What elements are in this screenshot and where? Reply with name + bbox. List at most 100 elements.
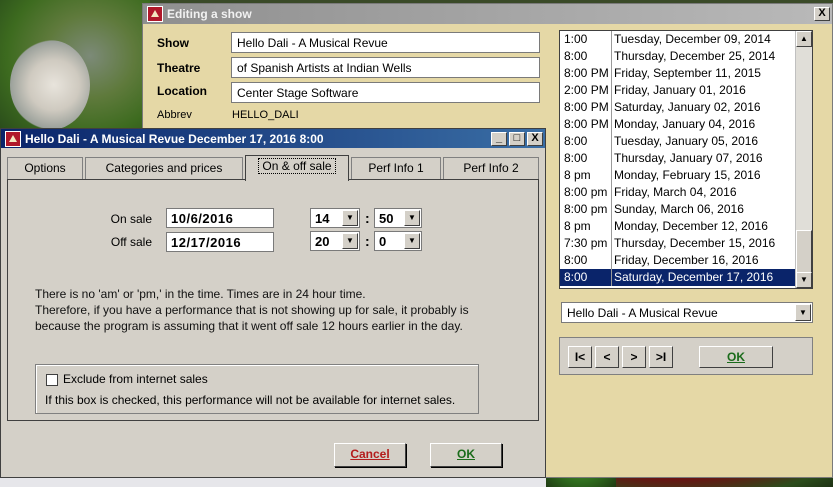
cancel-button[interactable]: Cancel	[334, 443, 406, 467]
app-icon	[5, 130, 21, 147]
chevron-down-icon[interactable]: ▼	[795, 304, 811, 321]
chevron-down-icon[interactable]: ▼	[342, 233, 358, 249]
list-item[interactable]: 8:00 Saturday, December 17, 2016	[560, 269, 812, 286]
minimize-button[interactable]: _	[491, 131, 507, 146]
performance-time: 8 pm	[560, 167, 612, 184]
list-item[interactable]: 8:00 pm Sunday, March 06, 2016	[560, 201, 812, 218]
background-parrot-photo	[0, 0, 150, 140]
exclude-internet-label[interactable]: Exclude from internet sales	[63, 372, 208, 386]
list-item[interactable]: 1:00 Tuesday, December 09, 2014	[560, 31, 812, 48]
chevron-down-icon[interactable]: ▼	[404, 210, 420, 226]
first-record-button[interactable]: I<	[568, 346, 592, 368]
list-scrollbar[interactable]: ▲ ▼	[795, 31, 812, 288]
performance-time: 2:00 PM	[560, 82, 612, 99]
list-item[interactable]: 8:00 Friday, December 16, 2016	[560, 252, 812, 269]
performance-date: Friday, March 04, 2016	[614, 185, 737, 199]
off-sale-label: Off sale	[110, 235, 152, 249]
time-separator: :	[365, 210, 370, 226]
show-field[interactable]: Hello Dali - A Musical Revue	[231, 32, 540, 53]
performance-time: 8:00 PM	[560, 116, 612, 133]
on-sale-label: On sale	[110, 212, 152, 226]
performance-time: 8 pm	[560, 218, 612, 235]
scroll-up-icon[interactable]: ▲	[796, 31, 812, 47]
last-record-button[interactable]: >I	[649, 346, 673, 368]
next-record-button[interactable]: >	[622, 346, 646, 368]
window-title: Editing a show	[167, 7, 252, 21]
maximize-button[interactable]: □	[509, 131, 525, 146]
on-sale-hour-select[interactable]: 14 ▼	[310, 208, 360, 228]
list-item[interactable]: 8:00 Thursday, January 07, 2016	[560, 150, 812, 167]
app-icon	[147, 6, 163, 22]
time-separator: :	[365, 233, 370, 249]
close-button[interactable]: X	[814, 7, 830, 21]
show-label: Show	[157, 36, 189, 50]
performance-time: 8:00	[560, 133, 612, 150]
performance-titlebar[interactable]: Hello Dali - A Musical Revue December 17…	[1, 129, 545, 148]
list-item[interactable]: 8 pm Monday, February 15, 2016	[560, 167, 812, 184]
time-format-note: There is no 'am' or 'pm,' in the time. T…	[35, 286, 525, 334]
exclude-internet-checkbox[interactable]	[46, 374, 58, 386]
editing-show-titlebar[interactable]: Editing a show X	[143, 4, 832, 24]
location-field[interactable]: Center Stage Software	[231, 82, 540, 103]
off-sale-hour-value: 20	[315, 234, 330, 249]
performance-window: Hello Dali - A Musical Revue December 17…	[0, 128, 546, 478]
exclude-internet-help: If this box is checked, this performance…	[45, 393, 456, 407]
chevron-down-icon[interactable]: ▼	[342, 210, 358, 226]
abbrev-label: Abbrev	[157, 109, 192, 121]
close-button[interactable]: X	[527, 131, 543, 146]
list-item[interactable]: 7:30 pm Thursday, December 15, 2016	[560, 235, 812, 252]
tab-perf-info-1[interactable]: Perf Info 1	[351, 157, 441, 180]
tab-on-off-sale[interactable]: On & off sale	[245, 155, 349, 181]
tab-perf-info-2[interactable]: Perf Info 2	[443, 157, 539, 180]
show-selector-value: Hello Dali - A Musical Revue	[567, 306, 718, 320]
theatre-label: Theatre	[157, 61, 201, 75]
performance-date: Friday, January 01, 2016	[614, 83, 746, 97]
tab-options[interactable]: Options	[7, 157, 83, 180]
performance-date: Monday, December 12, 2016	[614, 219, 768, 233]
performance-time: 8:00	[560, 48, 612, 65]
performance-list[interactable]: 1:00 Tuesday, December 09, 2014 8:00 Thursd…	[559, 30, 813, 289]
theatre-field[interactable]: of Spanish Artists at Indian Wells	[231, 57, 540, 78]
list-item[interactable]: 8:00 PM Friday, September 11, 2015	[560, 65, 812, 82]
list-item[interactable]: 8:00 pm Friday, March 04, 2016	[560, 184, 812, 201]
edit-show-ok-button[interactable]: OK	[699, 346, 773, 368]
off-sale-hour-select[interactable]: 20 ▼	[310, 231, 360, 251]
performance-date: Saturday, December 17, 2016	[614, 270, 774, 284]
list-item[interactable]: 8:00 PM Monday, January 04, 2016	[560, 116, 812, 133]
list-item[interactable]: 8:00 Thursday, December 25, 2014	[560, 48, 812, 65]
prev-record-button[interactable]: <	[595, 346, 619, 368]
chevron-down-icon[interactable]: ▼	[404, 233, 420, 249]
window-title: Hello Dali - A Musical Revue December 17…	[25, 131, 324, 146]
list-item[interactable]: 8:00 PM Saturday, January 02, 2016	[560, 99, 812, 116]
performance-time: 7:30 pm	[560, 235, 612, 252]
performance-date: Thursday, December 15, 2016	[614, 236, 776, 250]
performance-date: Saturday, January 02, 2016	[614, 100, 761, 114]
performance-date: Sunday, March 06, 2016	[614, 202, 744, 216]
performance-time: 1:00	[560, 31, 612, 48]
scroll-thumb[interactable]	[796, 230, 812, 274]
off-sale-minute-select[interactable]: 0 ▼	[374, 231, 422, 251]
on-sale-date-field[interactable]: 10/6/2016	[166, 208, 274, 228]
on-sale-minute-value: 50	[379, 211, 394, 226]
off-sale-minute-value: 0	[379, 234, 387, 249]
scroll-down-icon[interactable]: ▼	[796, 272, 812, 288]
off-sale-date-field[interactable]: 12/17/2016	[166, 232, 274, 252]
performance-time: 8:00 PM	[560, 65, 612, 82]
abbrev-value[interactable]: HELLO_DALI	[232, 109, 299, 121]
note-line: because the program is assuming that it …	[35, 319, 463, 333]
performance-time: 8:00 pm	[560, 201, 612, 218]
list-item[interactable]: 8 pm Monday, December 12, 2016	[560, 218, 812, 235]
tab-categories-and-prices[interactable]: Categories and prices	[85, 157, 243, 180]
list-item[interactable]: 8:00 Tuesday, January 05, 2016	[560, 133, 812, 150]
on-sale-minute-select[interactable]: 50 ▼	[374, 208, 422, 228]
performance-date: Monday, January 04, 2016	[614, 117, 756, 131]
on-sale-hour-value: 14	[315, 211, 330, 226]
list-item[interactable]: 2:00 PM Friday, January 01, 2016	[560, 82, 812, 99]
internet-sales-group: Exclude from internet sales If this box …	[35, 364, 479, 414]
note-line: Therefore, if you have a performance tha…	[35, 303, 469, 317]
ok-button[interactable]: OK	[430, 443, 502, 467]
performance-date: Thursday, January 07, 2016	[614, 151, 763, 165]
performance-time: 8:00 pm	[560, 184, 612, 201]
show-selector[interactable]: Hello Dali - A Musical Revue ▼	[561, 302, 813, 323]
performance-time: 8:00 PM	[560, 99, 612, 116]
